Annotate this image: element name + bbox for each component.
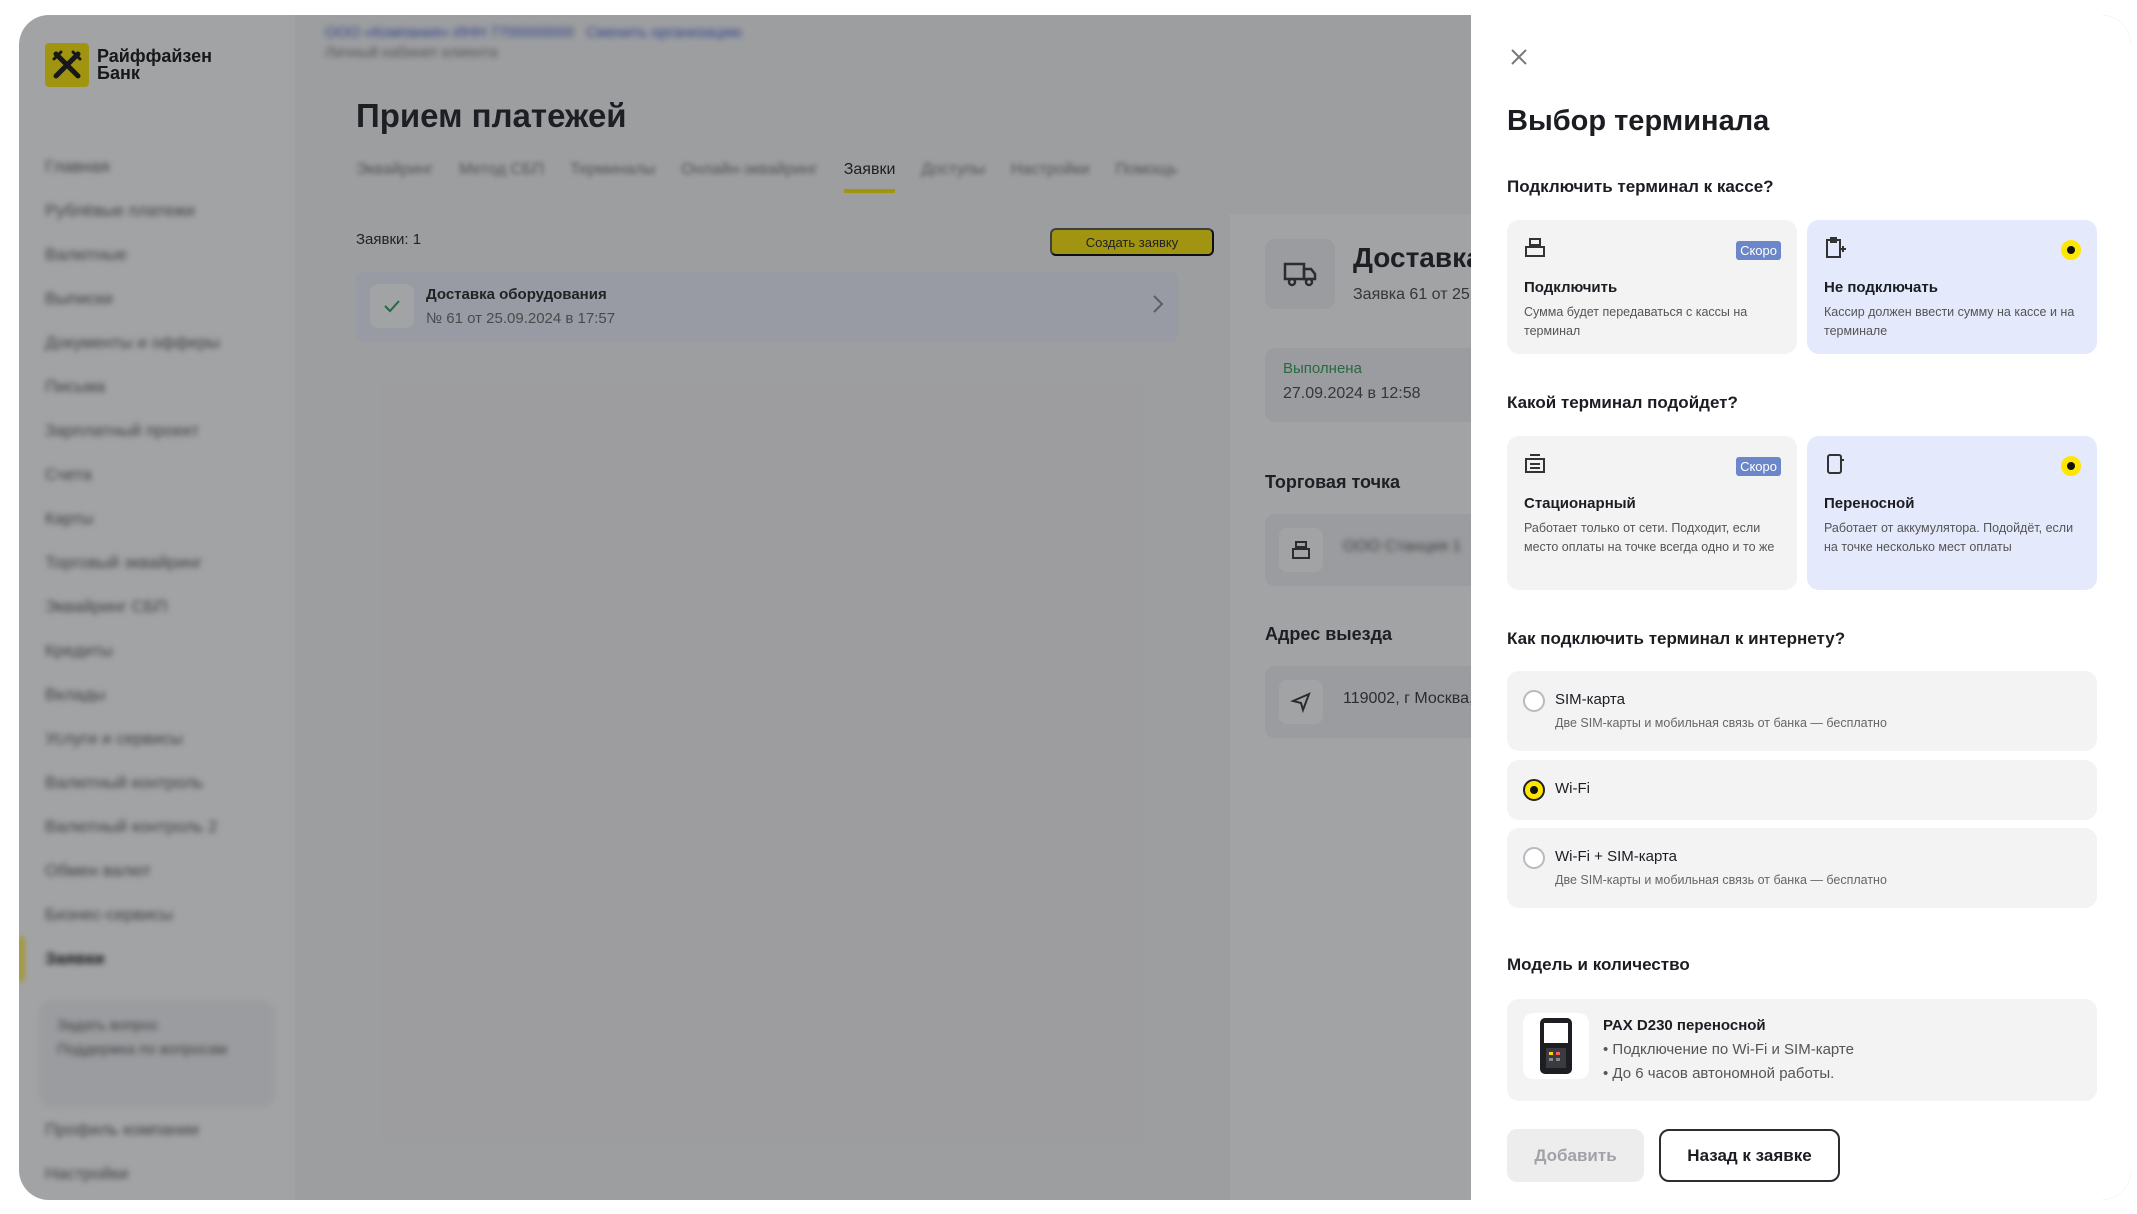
soon-badge: Скоро (1736, 241, 1781, 260)
selected-radio-indicator (2061, 456, 2081, 476)
selected-radio-indicator (2061, 240, 2081, 260)
question-terminal-type: Какой терминал подойдет? (1507, 393, 1738, 412)
terminal-selection-drawer: Выбор терминала Подключить терминал к ка… (1471, 15, 2131, 1200)
drawer-title: Выбор терминала (1507, 105, 1770, 137)
question-internet: Как подключить терминал к интернету? (1507, 629, 1846, 648)
option-no-connect[interactable]: Не подключать Кассир должен ввести сумму… (1807, 220, 2097, 354)
model-heading: Модель и количество (1507, 955, 1690, 974)
model-card[interactable]: PAX D230 переносной • Подключение по Wi-… (1507, 999, 2097, 1101)
back-to-request-button[interactable]: Назад к заявке (1659, 1129, 1840, 1182)
radio-button[interactable] (1523, 847, 1545, 869)
question-cash-register: Подключить терминал к кассе? (1507, 177, 1774, 196)
network-option-wifi-sim[interactable]: Wi-Fi + SIM-карта Две SIM-карты и мобиль… (1507, 828, 2097, 908)
network-option-wifi[interactable]: Wi-Fi (1507, 760, 2097, 820)
model-feature: • Подключение по Wi-Fi и SIM-карте (1603, 1041, 1854, 1058)
add-button[interactable]: Добавить (1507, 1129, 1644, 1182)
option-stationary[interactable]: Скоро Стационарный Работает только от се… (1507, 436, 1797, 590)
radio-button[interactable] (1523, 690, 1545, 712)
option-portable[interactable]: Переносной Работает от аккумулятора. Под… (1807, 436, 2097, 590)
stationary-terminal-icon (1525, 454, 1545, 473)
clipboard-plus-icon (1826, 237, 1846, 258)
option-connect[interactable]: Скоро Подключить Сумма будет передаватьс… (1507, 220, 1797, 354)
model-name: PAX D230 переносной (1603, 1017, 1766, 1034)
close-icon[interactable] (1507, 45, 1531, 69)
model-feature: • До 6 часов автономной работы. (1603, 1065, 1835, 1082)
radio-button-selected[interactable] (1523, 779, 1545, 801)
portable-terminal-icon (1827, 454, 1844, 474)
soon-badge: Скоро (1736, 457, 1781, 476)
pax-terminal-image (1523, 1013, 1589, 1079)
cash-register-icon (1525, 238, 1545, 257)
network-option-sim[interactable]: SIM-карта Две SIM-карты и мобильная связ… (1507, 671, 2097, 751)
